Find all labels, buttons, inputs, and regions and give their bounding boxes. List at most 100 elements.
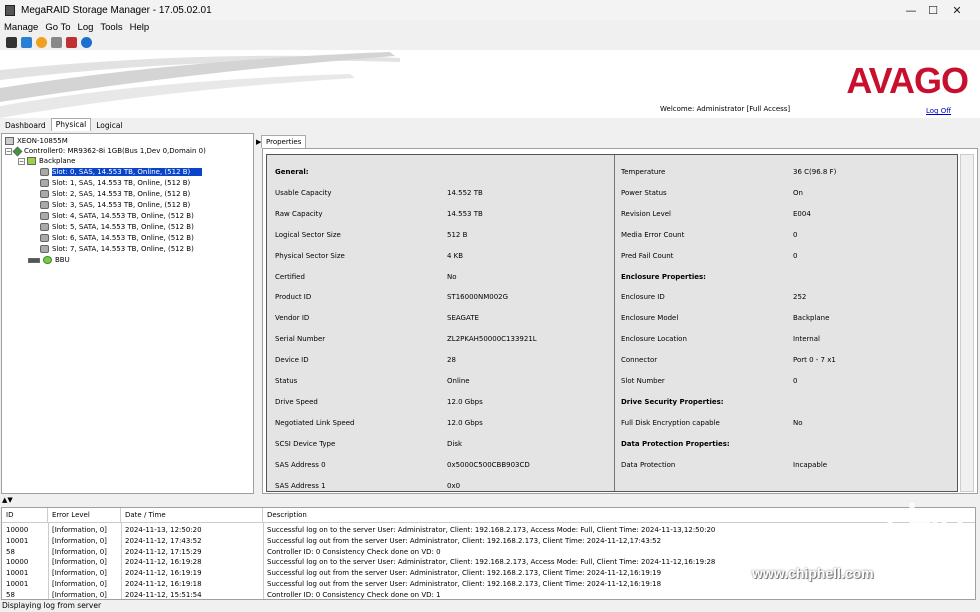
help-icon[interactable] xyxy=(81,36,92,48)
log-id-cell[interactable]: 58 xyxy=(4,590,15,599)
delete-icon[interactable] xyxy=(51,36,62,48)
log-id-cell[interactable]: 10000 xyxy=(4,557,28,568)
slot-label: Slot: 5, SATA, 14.553 TB, Online, (512 B… xyxy=(52,223,194,231)
column-divider xyxy=(121,523,122,599)
property-label: SAS Address 0 xyxy=(275,460,326,469)
property-value: Online xyxy=(447,377,470,385)
refresh-icon[interactable] xyxy=(21,36,32,48)
menu-bar: Manage Go To Log Tools Help xyxy=(0,20,980,34)
tree-slot[interactable]: Slot: 7, SATA, 14.553 TB, Online, (512 B… xyxy=(40,244,194,254)
tree-slot[interactable]: Slot: 6, SATA, 14.553 TB, Online, (512 B… xyxy=(40,233,194,243)
tab-dashboard[interactable]: Dashboard xyxy=(0,119,51,131)
banner-swoosh xyxy=(0,52,400,118)
property-label: Full Disk Encryption capable xyxy=(621,418,720,427)
slot-label: Slot: 4, SATA, 14.553 TB, Online, (512 B… xyxy=(52,212,194,220)
log-level-cell[interactable]: [Information, 0] xyxy=(50,579,107,590)
property-value: ST16000NM002G xyxy=(447,293,509,302)
property-label: Drive Security Properties: xyxy=(621,397,724,406)
property-value: ZL2PKAH50000C133921L xyxy=(447,335,537,344)
tree-bbu[interactable]: BBU xyxy=(28,255,70,265)
log-description-cell[interactable]: Successful log out from the server User:… xyxy=(265,579,661,590)
menu-tools[interactable]: Tools xyxy=(97,22,125,33)
tree-slot[interactable]: Slot: 1, SAS, 14.553 TB, Online, (512 B) xyxy=(40,178,190,188)
log-description-cell[interactable]: Successful log on to the server User: Ad… xyxy=(265,525,715,536)
log-level-cell[interactable]: [Information, 0] xyxy=(50,547,107,558)
tree-backplane[interactable]: − Backplane xyxy=(18,156,75,166)
log-id-cell[interactable]: 58 xyxy=(4,547,15,558)
log-description-cell[interactable]: Successful log out from the server User:… xyxy=(265,536,661,547)
log-level-cell[interactable]: [Information, 0] xyxy=(50,536,107,547)
log-description-cell[interactable]: Successful log out from the server User:… xyxy=(265,568,661,579)
property-label: Enclosure ID xyxy=(621,293,665,302)
log-header-id[interactable]: ID xyxy=(2,508,48,523)
log-datetime-cell[interactable]: 2024-11-12, 15:51:54 xyxy=(123,590,202,599)
property-value: 252 xyxy=(793,293,807,302)
drive-icon xyxy=(40,168,49,176)
tree-slot[interactable]: Slot: 5, SATA, 14.553 TB, Online, (512 B… xyxy=(40,222,194,232)
tree-slot[interactable]: Slot: 3, SAS, 14.553 TB, Online, (512 B) xyxy=(40,200,190,210)
config-icon[interactable] xyxy=(36,36,47,48)
log-off-link[interactable]: Log Off xyxy=(926,107,951,115)
log-datetime-cell[interactable]: 2024-11-12, 16:19:19 xyxy=(123,568,202,579)
battery-icon xyxy=(28,257,40,263)
property-label: Enclosure Model xyxy=(621,314,679,323)
collapse-icon[interactable]: − xyxy=(18,157,25,165)
menu-help[interactable]: Help xyxy=(127,22,153,33)
log-id-cell[interactable]: 10001 xyxy=(4,579,28,590)
property-value: 0 xyxy=(793,251,798,260)
drive-icon xyxy=(40,212,49,220)
tree-slot[interactable]: Slot: 2, SAS, 14.553 TB, Online, (512 B) xyxy=(40,189,190,199)
menu-go-to[interactable]: Go To xyxy=(42,22,73,33)
collapse-icon[interactable]: − xyxy=(5,147,12,155)
log-id-cell[interactable]: 10001 xyxy=(4,568,28,579)
log-header-datetime[interactable]: Date / Time xyxy=(121,508,263,523)
property-value: 0x0 xyxy=(447,481,461,490)
property-value: 0 xyxy=(793,377,798,385)
exit-icon[interactable] xyxy=(66,36,77,48)
log-id-cell[interactable]: 10001 xyxy=(4,536,28,547)
log-id-cell[interactable]: 10000 xyxy=(4,525,28,536)
log-datetime-cell[interactable]: 2024-11-12, 16:19:28 xyxy=(123,557,202,568)
banner: AVAGO Welcome: Administrator [Full Acces… xyxy=(0,50,980,118)
property-value: Port 0 - 7 x1 xyxy=(793,356,836,365)
slot-label: Slot: 6, SATA, 14.553 TB, Online, (512 B… xyxy=(52,234,194,242)
property-value: SEAGATE xyxy=(447,314,479,323)
log-description-cell[interactable]: Controller ID: 0 Consistency Check done … xyxy=(265,590,441,599)
close-button[interactable]: ✕ xyxy=(934,0,980,20)
log-level-cell[interactable]: [Information, 0] xyxy=(50,557,107,568)
toolbar xyxy=(0,34,980,50)
log-level-cell[interactable]: [Information, 0] xyxy=(50,525,107,536)
properties-scrollbar[interactable] xyxy=(960,154,974,492)
tab-physical[interactable]: Physical xyxy=(50,118,92,131)
app-icon xyxy=(5,4,15,16)
log-datetime-cell[interactable]: 2024-11-12, 17:43:52 xyxy=(123,536,202,547)
tree-slot[interactable]: Slot: 4, SATA, 14.553 TB, Online, (512 B… xyxy=(40,211,194,221)
log-description-cell[interactable]: Successful log on to the server User: Ad… xyxy=(265,557,715,568)
collapse-arrows-icon[interactable]: ▲▼ xyxy=(2,496,13,504)
log-datetime-cell[interactable]: 2024-11-12, 16:19:18 xyxy=(123,579,202,590)
status-ok-icon xyxy=(43,256,52,264)
property-label: Pred Fail Count xyxy=(621,251,674,260)
backplane-icon xyxy=(27,157,36,165)
tree-slot[interactable]: Slot: 0, SAS, 14.553 TB, Online, (512 B) xyxy=(40,167,203,177)
log-level-cell[interactable]: [Information, 0] xyxy=(50,590,107,599)
backplane-label: Backplane xyxy=(39,157,76,165)
tree-controller[interactable]: − Controller0: MR9362-8i 1GB(Bus 1,Dev 0… xyxy=(5,146,206,156)
slot-label: Slot: 1, SAS, 14.553 TB, Online, (512 B) xyxy=(52,179,191,187)
slot-label: Slot: 7, SATA, 14.553 TB, Online, (512 B… xyxy=(52,245,194,253)
log-level-cell[interactable]: [Information, 0] xyxy=(50,568,107,579)
log-datetime-cell[interactable]: 2024-11-12, 17:15:29 xyxy=(123,547,202,558)
server-icon[interactable] xyxy=(6,36,17,48)
tree-host[interactable]: XEON-10855M xyxy=(5,136,68,146)
property-value: Backplane xyxy=(793,314,830,323)
menu-log[interactable]: Log xyxy=(75,22,97,33)
property-label: Raw Capacity xyxy=(275,209,323,218)
log-description-cell[interactable]: Controller ID: 0 Consistency Check done … xyxy=(265,547,441,558)
tab-properties[interactable]: Properties xyxy=(261,135,307,148)
log-header-level[interactable]: Error Level xyxy=(48,508,121,523)
menu-manage[interactable]: Manage xyxy=(1,22,41,33)
drive-icon xyxy=(40,245,49,253)
log-datetime-cell[interactable]: 2024-11-13, 12:50:20 xyxy=(123,525,202,536)
tab-logical[interactable]: Logical xyxy=(91,119,127,131)
log-header-description[interactable]: Description xyxy=(263,508,975,523)
